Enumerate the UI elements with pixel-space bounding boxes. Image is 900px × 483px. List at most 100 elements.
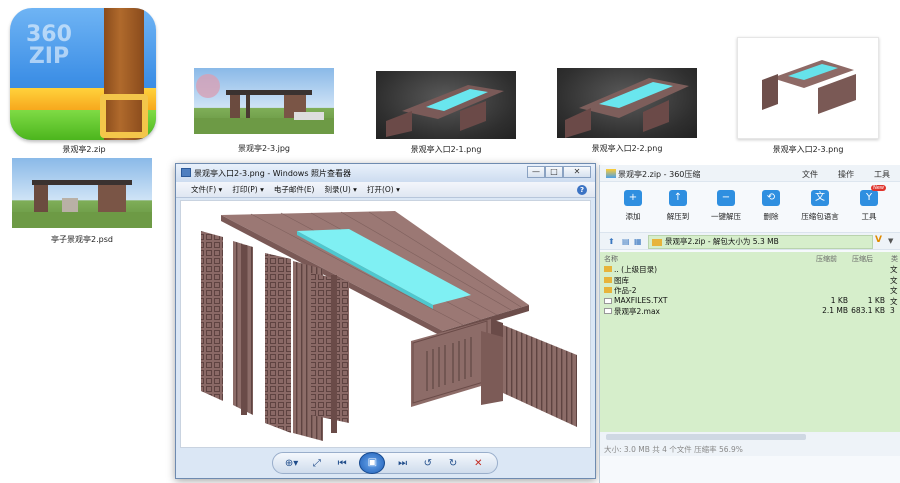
file-label: 景观亭入口2-2.png <box>591 144 663 153</box>
item-name: .. (上级目录) <box>614 265 658 274</box>
delete-icon: ⟲ <box>762 190 780 206</box>
zip-app-icon <box>606 169 616 178</box>
viewer-menubar: 文件(F) ▾ 打印(P) ▾ 电子邮件(E) 刻录(U) ▾ 打开(O) ▾ … <box>176 182 595 198</box>
item-type: 3 <box>890 306 895 315</box>
list-item[interactable]: 景观亭2.max 2.1 MB 683.1 KB 3 <box>600 306 900 317</box>
rotate-right-icon[interactable]: ↻ <box>445 458 461 469</box>
close-button[interactable]: ✕ <box>563 166 591 178</box>
extract-to-button[interactable]: ↑ 解压到 <box>654 182 702 232</box>
add-icon: + <box>624 190 642 206</box>
file-label: 景观亭2.zip <box>62 145 106 154</box>
item-type: 文 <box>890 286 898 295</box>
list-item[interactable]: MAXFILES.TXT 1 KB 1 KB 文 <box>600 296 900 307</box>
previous-icon[interactable]: ⏮ <box>334 458 350 469</box>
image-file[interactable]: 景观亭入口2-3.png <box>737 37 879 157</box>
item-name: 图库 <box>614 275 629 285</box>
zip-titlebar[interactable]: 景观亭2.zip - 360压缩 文件 操作 工具 <box>600 165 900 182</box>
menu-email[interactable]: 电子邮件(E) <box>269 184 320 195</box>
path-mark[interactable]: V <box>875 235 882 245</box>
one-click-extract-icon: − <box>717 190 735 206</box>
zip-menu-action[interactable]: 操作 <box>838 169 854 180</box>
tools-label: 工具 <box>861 212 877 221</box>
item-packed: 1 KB <box>867 295 885 305</box>
pavilion-render <box>201 211 577 441</box>
image-file[interactable]: 景观亭入口2-1.png <box>376 71 516 157</box>
delete-icon[interactable]: ✕ <box>470 458 486 469</box>
path-field[interactable]: 景观亭2.zip - 解包大小为 5.3 MB <box>648 235 873 249</box>
tools-icon: Y <box>860 190 878 206</box>
help-icon[interactable]: ? <box>577 185 587 195</box>
horizontal-scrollbar[interactable] <box>600 432 900 442</box>
list-item[interactable]: 作品-2 文 <box>600 285 900 296</box>
list-item[interactable]: 图库 文 <box>600 275 900 286</box>
item-name: 景观亭2.max <box>614 307 660 316</box>
archive-language-label: 压缩包语言 <box>801 212 839 221</box>
delete-button[interactable]: ⟲ 删除 <box>750 182 792 232</box>
thumbnail-image <box>376 71 516 139</box>
column-name[interactable]: 名称 <box>604 254 618 264</box>
file-list: 名称 压缩前 压缩后 类 .. (上级目录) 文 图库 文 作品-2 文 MAX… <box>600 252 900 442</box>
text-file-icon <box>604 297 612 304</box>
grid-view-icon[interactable]: ▦ <box>634 237 642 246</box>
path-bar: ⬆ ▤ ▦ 景观亭2.zip - 解包大小为 5.3 MB V ▼ <box>600 232 900 250</box>
zoom-icon[interactable]: ⊕▾ <box>284 458 300 469</box>
zip-toolbar: + 添加 ↑ 解压到 − 一键解压 ⟲ 删除 文 压缩包语言 New Y 工具 <box>600 182 900 232</box>
archive-folder-icon <box>652 239 662 246</box>
next-icon[interactable]: ⏭ <box>395 458 411 469</box>
column-size[interactable]: 压缩前 <box>816 254 837 264</box>
one-click-extract-button[interactable]: − 一键解压 <box>702 182 750 232</box>
psd-file[interactable]: 亭子景观亭2.psd <box>12 158 152 248</box>
thumbnail-image <box>737 37 879 139</box>
item-type: 文 <box>890 296 898 306</box>
extract-to-label: 解压到 <box>666 212 690 221</box>
language-icon: 文 <box>811 190 829 206</box>
delete-label: 删除 <box>763 212 779 221</box>
add-button[interactable]: + 添加 <box>612 182 654 232</box>
max-file-icon <box>604 308 612 314</box>
menu-burn[interactable]: 刻录(U) ▾ <box>319 184 362 195</box>
rotate-left-icon[interactable]: ↺ <box>420 458 436 469</box>
maximize-button[interactable]: □ <box>545 166 563 178</box>
up-arrow-icon[interactable]: ⬆ <box>608 237 615 246</box>
list-item[interactable]: .. (上级目录) 文 <box>600 264 900 275</box>
add-label: 添加 <box>625 212 641 221</box>
zip-file[interactable]: 360 ZIP 景观亭2.zip <box>8 4 160 156</box>
viewer-title: 景观亭入口2-3.png - Windows 照片查看器 <box>194 169 352 178</box>
folder-icon <box>604 266 612 272</box>
minimize-button[interactable]: — <box>527 166 545 178</box>
image-canvas <box>180 200 591 448</box>
photo-viewer-app-icon <box>181 168 191 177</box>
zip-title: 景观亭2.zip - 360压缩 <box>618 170 701 179</box>
zip-archive-icon: 360 ZIP <box>10 8 156 140</box>
image-file[interactable]: 景观亭入口2-2.png <box>557 68 697 156</box>
menu-open[interactable]: 打开(O) ▾ <box>362 184 405 195</box>
zip-menu-file[interactable]: 文件 <box>802 169 818 180</box>
viewer-titlebar[interactable]: 景观亭入口2-3.png - Windows 照片查看器 — □ ✕ <box>176 164 595 182</box>
slideshow-icon[interactable]: ▣ <box>359 452 386 474</box>
scrollbar-thumb[interactable] <box>606 434 806 440</box>
file-label: 景观亭2-3.jpg <box>238 144 290 153</box>
thumbnail-image <box>557 68 697 138</box>
path-text: 景观亭2.zip - 解包大小为 5.3 MB <box>665 237 779 246</box>
path-dropdown-icon[interactable]: ▼ <box>888 237 893 245</box>
fit-window-icon[interactable]: ⤢ <box>309 458 325 469</box>
file-list-header: 名称 压缩前 压缩后 类 <box>600 252 900 264</box>
list-view-icon[interactable]: ▤ <box>622 237 630 246</box>
archive-language-button[interactable]: 文 压缩包语言 <box>792 182 848 232</box>
file-label: 景观亭入口2-1.png <box>410 145 482 154</box>
item-packed: 683.1 KB <box>851 306 885 315</box>
column-type[interactable]: 类 <box>891 254 898 264</box>
tools-button[interactable]: New Y 工具 <box>848 182 890 232</box>
zip-menu-tools[interactable]: 工具 <box>874 169 890 180</box>
file-label: 亭子景观亭2.psd <box>51 235 113 244</box>
photo-viewer-window[interactable]: 景观亭入口2-3.png - Windows 照片查看器 — □ ✕ 文件(F)… <box>175 163 596 479</box>
image-file[interactable]: 景观亭2-3.jpg <box>194 68 334 158</box>
menu-file[interactable]: 文件(F) ▾ <box>186 184 227 195</box>
one-click-extract-label: 一键解压 <box>711 212 741 221</box>
zip-window[interactable]: 景观亭2.zip - 360压缩 文件 操作 工具 + 添加 ↑ 解压到 − 一… <box>599 165 900 483</box>
menu-print[interactable]: 打印(P) ▾ <box>227 184 269 195</box>
item-type: 文 <box>890 265 898 274</box>
column-packed[interactable]: 压缩后 <box>852 254 873 264</box>
thumbnail-image <box>194 68 334 134</box>
folder-icon <box>604 287 612 293</box>
